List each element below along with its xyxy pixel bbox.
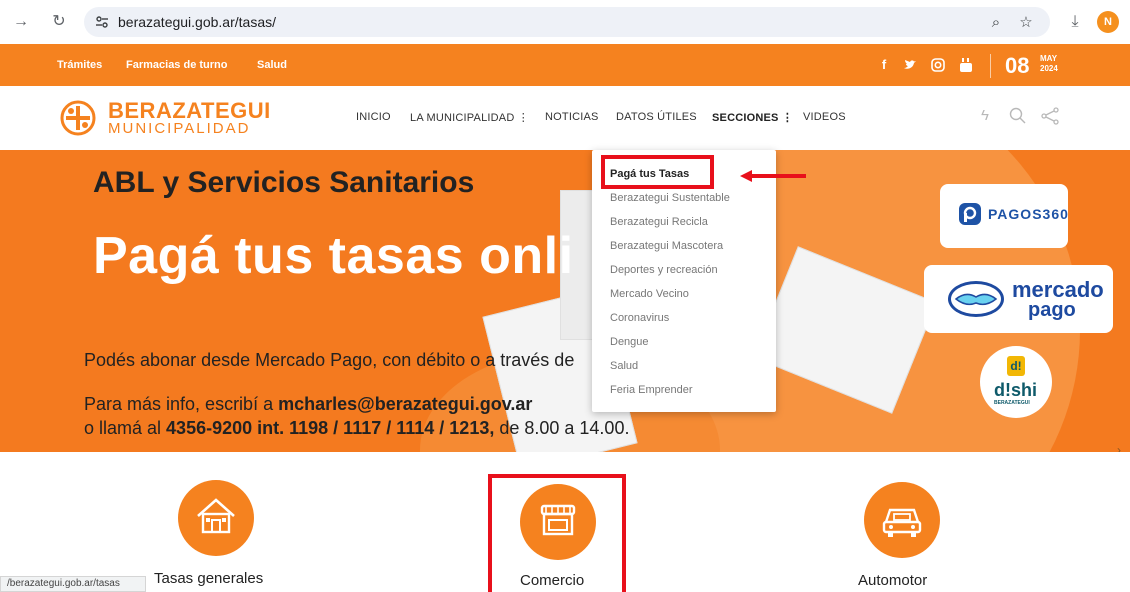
site-settings-icon[interactable] [94, 14, 110, 30]
search-icon[interactable] [1008, 106, 1028, 126]
address-bar[interactable]: berazategui.gob.ar/tasas/ ⌕ ☆ [84, 7, 1050, 37]
pagos360-label: PAGOS360 [988, 206, 1069, 222]
topbar-link-farmacias[interactable]: Farmacias de turno [126, 59, 227, 71]
lightning-icon[interactable]: ϟ [975, 106, 995, 126]
dropdown-item-sustentable[interactable]: Berazategui Sustentable [610, 192, 730, 204]
nav-videos[interactable]: VIDEOS [803, 111, 846, 123]
category-label-automotor[interactable]: Automotor [858, 572, 927, 589]
top-utility-bar: Trámites Farmacias de turno Salud f 08 M… [0, 44, 1130, 86]
nav-secciones-label: SECCIONES [712, 112, 779, 124]
hero-text-phone: o llamá al 4356-9200 int. 1198 / 1117 / … [84, 418, 629, 439]
house-icon [197, 498, 235, 534]
date-day: 08 [1005, 53, 1030, 78]
hero-banner[interactable]: ABL y Servicios Sanitarios Pagá tus tasa… [0, 150, 1130, 452]
date-month-year: MAY 2024 [1040, 54, 1058, 74]
reload-icon[interactable]: ↻ [48, 11, 70, 33]
hero-email: mcharles@berazategui.gov.ar [278, 394, 533, 414]
topbar-link-tramites[interactable]: Trámites [57, 59, 102, 71]
instagram-icon[interactable] [930, 57, 946, 73]
category-label-comercio[interactable]: Comercio [520, 572, 584, 589]
nav-municipalidad[interactable]: LA MUNICIPALIDAD ⋮ [410, 111, 529, 124]
dropdown-item-mercado-vecino[interactable]: Mercado Vecino [610, 288, 689, 300]
hero-heading: ABL y Servicios Sanitarios [93, 166, 475, 199]
date-month: MAY [1040, 54, 1058, 63]
dropdown-item-salud[interactable]: Salud [610, 360, 638, 372]
tasas-generales-circle[interactable] [178, 480, 254, 556]
dishi-logo-mark: d! [1007, 356, 1025, 376]
twitter-icon[interactable] [902, 57, 918, 73]
dishi-badge[interactable]: d! d!shi BERAZATEGUI [980, 346, 1052, 418]
municipal-logo-icon[interactable] [60, 100, 96, 136]
browser-toolbar: → ↻ berazategui.gob.ar/tasas/ ⌕ ☆ ⤓ N [0, 0, 1130, 44]
kebab-icon: ⋮ [781, 112, 794, 124]
dropdown-item-feria-emprender[interactable]: Feria Emprender [610, 384, 693, 396]
nav-inicio[interactable]: INICIO [356, 111, 391, 123]
topbar-divider [990, 54, 991, 78]
dropdown-item-deportes[interactable]: Deportes y recreación [610, 264, 718, 276]
dishi-label: d!shi [994, 380, 1037, 400]
hero-phone: 4356-9200 int. 1198 / 1117 / 1114 / 1213… [166, 418, 495, 438]
share-icon[interactable] [1040, 106, 1060, 126]
dropdown-item-mascotera[interactable]: Berazategui Mascotera [610, 240, 723, 252]
topbar-link-salud[interactable]: Salud [257, 59, 287, 71]
hero-hours: de 8.00 a 14.00. [494, 418, 630, 438]
facebook-icon[interactable]: f [876, 57, 892, 73]
mercado-pago-label-bottom: pago [1028, 299, 1076, 321]
dropdown-item-dengue[interactable]: Dengue [610, 336, 649, 348]
mercado-pago-handshake-icon [948, 281, 1004, 317]
logo-subtitle[interactable]: MUNICIPALIDAD [108, 120, 250, 137]
page-root: → ↻ berazategui.gob.ar/tasas/ ⌕ ☆ ⤓ N Tr… [0, 0, 1130, 592]
zoom-icon[interactable]: ⌕ [986, 13, 1006, 33]
hero-headline: Pagá tus tasas onli [93, 227, 574, 285]
dropdown-item-recicla[interactable]: Berazategui Recicla [610, 216, 708, 228]
status-bar-url: /berazategui.gob.ar/tasas [0, 576, 146, 592]
pagos360-logo-icon [959, 203, 981, 225]
nav-secciones[interactable]: SECCIONES ⋮ [712, 111, 793, 124]
download-icon[interactable]: ⤓ [1064, 11, 1086, 33]
nav-datos-utiles[interactable]: DATOS ÚTILES [616, 111, 697, 123]
car-icon [882, 508, 922, 537]
hero-text-email: Para más info, escribí a mcharles@beraza… [84, 394, 532, 415]
secciones-dropdown-menu: Pagá tus Tasas Berazategui Sustentable B… [592, 150, 776, 412]
youtube-icon[interactable] [958, 57, 974, 73]
carousel-next-icon[interactable]: › [1117, 443, 1121, 452]
dropdown-item-coronavirus[interactable]: Coronavirus [610, 312, 669, 324]
mercado-pago-card[interactable]: mercado pago [924, 265, 1113, 333]
nav-noticias[interactable]: NOTICIAS [545, 111, 599, 123]
main-navigation: BERAZATEGUI MUNICIPALIDAD INICIO LA MUNI… [0, 86, 1130, 150]
hero-phone-prefix: o llamá al [84, 418, 167, 438]
dishi-sublabel: BERAZATEGUI [994, 400, 1030, 406]
date-year: 2024 [1040, 64, 1058, 73]
highlight-box-paga-tasas [601, 155, 714, 189]
nav-municipalidad-label: LA MUNICIPALIDAD [410, 112, 515, 124]
url-text[interactable]: berazategui.gob.ar/tasas/ [118, 14, 276, 30]
kebab-icon: ⋮ [517, 112, 529, 124]
bookmark-star-icon[interactable]: ☆ [1016, 13, 1036, 33]
annotation-arrow-icon [740, 170, 806, 182]
comercio-circle[interactable] [520, 484, 596, 560]
hero-email-prefix: Para más info, escribí a [84, 394, 279, 414]
automotor-circle[interactable] [864, 482, 940, 558]
storefront-icon [540, 504, 576, 536]
category-label-tasas-generales[interactable]: Tasas generales [154, 570, 263, 587]
forward-arrow-icon[interactable]: → [10, 11, 32, 33]
pagos360-card[interactable]: PAGOS360 [940, 184, 1068, 248]
profile-avatar[interactable]: N [1097, 11, 1119, 33]
hero-text-payment: Podés abonar desde Mercado Pago, con déb… [84, 350, 575, 370]
